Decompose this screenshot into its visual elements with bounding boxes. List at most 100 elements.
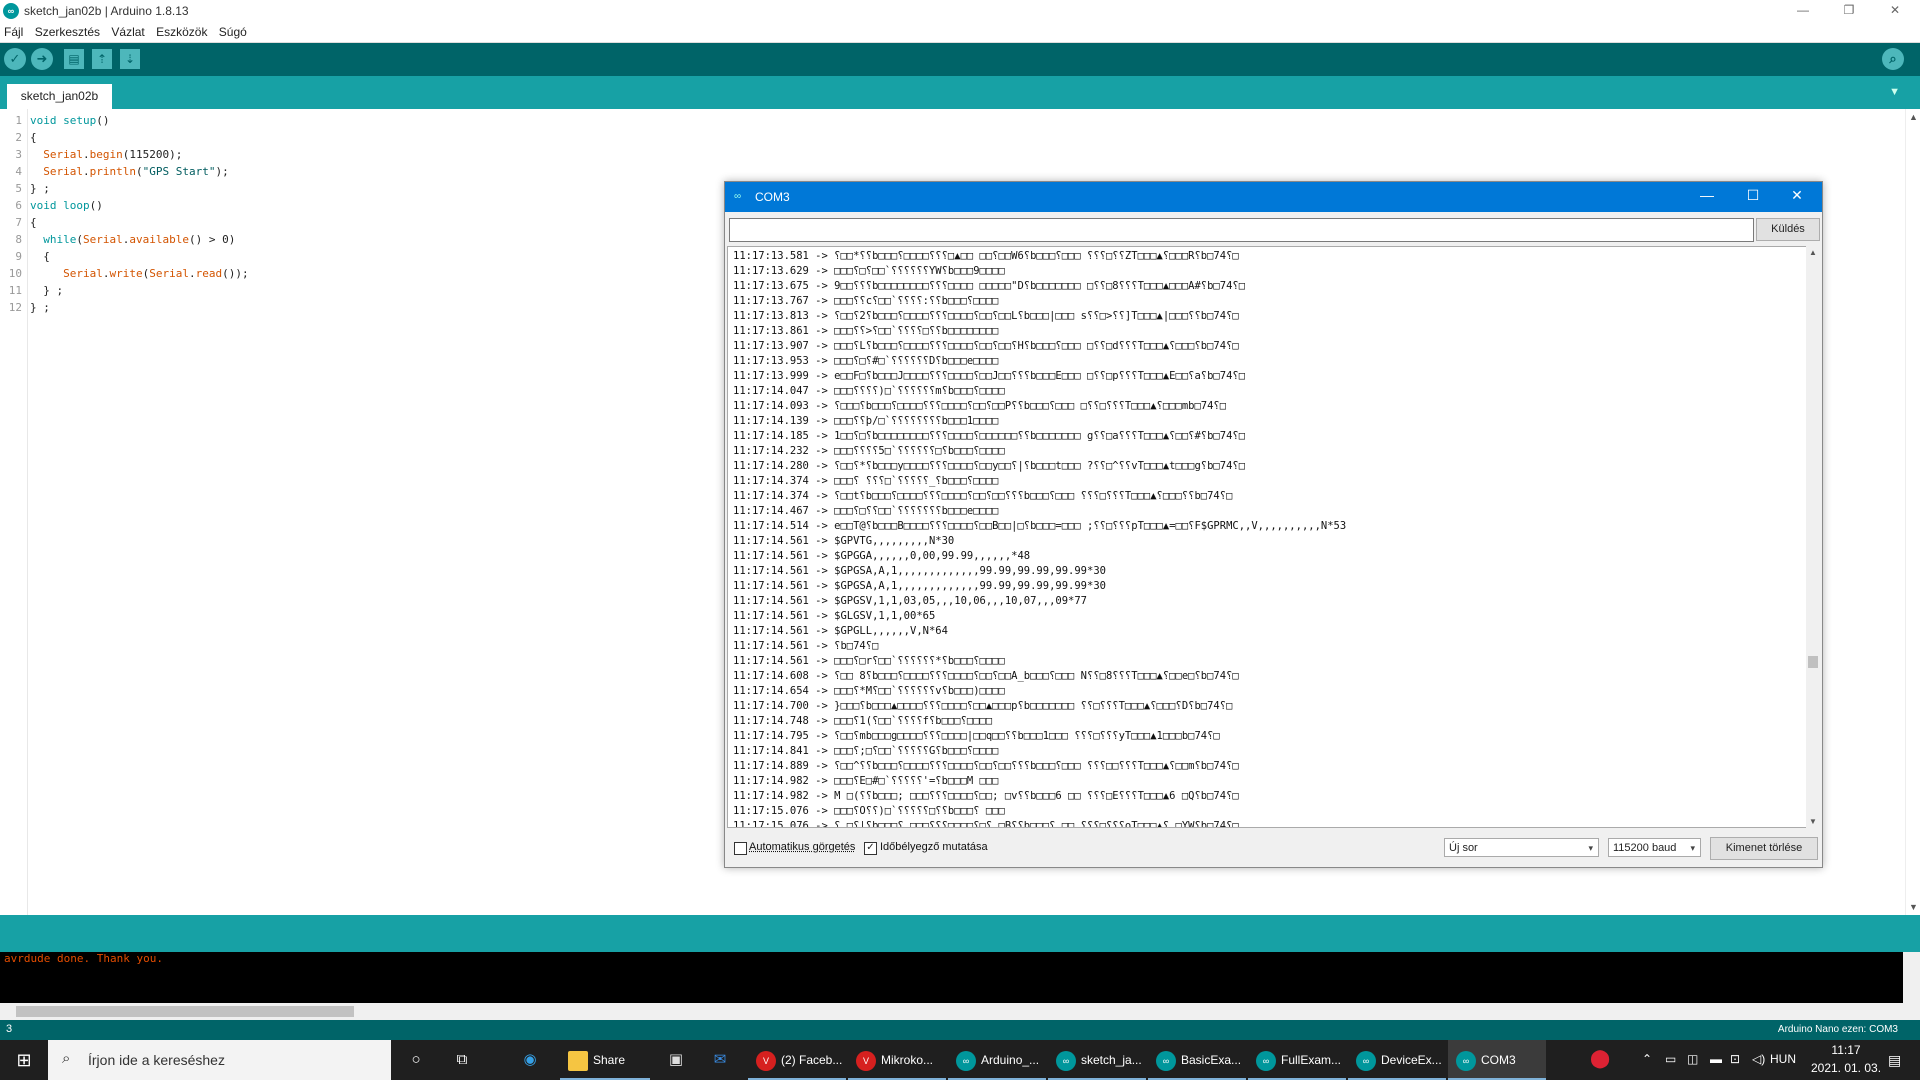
code-line: 2{ [0,129,249,146]
serial-minimize-button[interactable]: — [1687,187,1727,203]
status-board-port: Arduino Nano ezen: COM3 [1777,1024,1898,1035]
serial-maximize-button[interactable]: ☐ [1733,187,1773,204]
arduino-icon: ∞ [1356,1050,1376,1071]
line-ending-select[interactable]: Új sor ▾ [1444,838,1599,857]
notification-icon[interactable]: ▤ [1888,1052,1901,1069]
serial-monitor-window: ∞ COM3 — ☐ ✕ Küldés 11:17:13.581 -> ⸮□□*… [724,181,1823,868]
menu-help[interactable]: Súgó [215,22,251,39]
serial-output-line: 11:17:14.514 -> e□□T@⸮b□□□B□□□□⸮⸮⸮□□□□⸮□… [733,520,1347,532]
serial-output-line: 11:17:15.076 -> □□□⸮O⸮⸮)□`⸮⸮⸮⸮⸮□⸮⸮b□□□⸮ … [733,805,1005,817]
scroll-up-icon[interactable]: ▲ [1809,248,1817,257]
status-line-number: 3 [6,1023,13,1035]
windows-start-icon[interactable]: ⊞ [0,1040,48,1080]
code-text: Serial.write(Serial.read()); [63,267,249,280]
tab-bar: sketch_jan02b ▼ [0,76,1920,109]
serial-monitor-icon[interactable]: ⌕ [1882,48,1904,70]
taskbar-app-label: Mikroko... [881,1053,934,1067]
menu-sketch[interactable]: Vázlat [107,22,148,39]
taskbar-search-box[interactable]: ⌕ Írjon ide a kereséshez [48,1040,391,1080]
clear-output-button[interactable]: Kimenet törlése [1710,837,1818,860]
edge-browser-icon[interactable]: ◉ [518,1048,542,1072]
new-sketch-icon[interactable]: ▤ [64,49,84,69]
taskbar-app-arduino[interactable]: ∞ Arduino_... [948,1040,1046,1080]
folder-icon [568,1050,588,1071]
taskbar-app-com3[interactable]: ∞ COM3 [1448,1040,1546,1080]
line-number: 9 [15,250,22,263]
baud-rate-select[interactable]: 115200 baud ▾ [1608,838,1701,857]
scroll-up-icon[interactable]: ▲ [1909,112,1918,122]
cortana-icon[interactable]: ○ [404,1048,428,1072]
serial-output-line: 11:17:13.767 -> □□□⸮⸮c⸮□□`⸮⸮⸮⸮:⸮⸮b□□□⸮□□… [733,295,999,307]
taskbar-app-mikroko[interactable]: V Mikroko... [848,1040,946,1080]
serial-send-input[interactable] [729,218,1754,242]
verify-icon[interactable]: ✓ [4,48,26,70]
language-indicator[interactable]: HUN [1770,1052,1796,1066]
tray-chevron-up-icon[interactable]: ⌃ [1642,1052,1652,1066]
taskbar-app-label: DeviceEx... [1381,1053,1442,1067]
toolbar: ✓ ➜ ▤ ⇡ ⇣ ⌕ [0,43,1920,76]
menu-tools[interactable]: Eszközök [152,22,211,39]
taskbar-app-label: FullExam... [1281,1053,1342,1067]
line-number: 4 [15,165,22,178]
tab-menu-chevron-down-icon[interactable]: ▼ [1889,86,1900,98]
store-icon[interactable]: ▣ [664,1048,688,1072]
taskbar-app-share[interactable]: Share [560,1040,650,1080]
scroll-down-icon[interactable]: ▼ [1909,902,1918,912]
maximize-button[interactable]: ❐ [1826,0,1872,22]
autoscroll-checkbox[interactable] [734,842,747,855]
antivirus-tray-icon[interactable]: ⬤ [1590,1048,1610,1069]
timestamp-checkbox[interactable]: ✓ [864,842,877,855]
serial-output-area[interactable]: 11:17:13.581 -> ⸮□□*⸮⸮b□□□⸮□□□□⸮⸮⸮□▲□□ □… [727,246,1807,828]
serial-output-line: 11:17:13.999 -> e□□F□⸮b□□□J□□□□⸮⸮⸮□□□□⸮□… [733,370,1246,382]
line-number: 10 [8,267,22,280]
tab-sketch[interactable]: sketch_jan02b [7,84,112,109]
tray-meet-icon[interactable]: ◫ [1687,1052,1698,1066]
save-sketch-icon[interactable]: ⇣ [120,49,140,69]
horizontal-scrollbar[interactable] [0,1003,1920,1020]
tray-device-icon[interactable]: ▭ [1665,1052,1676,1066]
taskbar-app-fullexam[interactable]: ∞ FullExam... [1248,1040,1346,1080]
close-window-button[interactable]: ✕ [1872,0,1918,22]
serial-output-line: 11:17:14.280 -> ⸮□□⸮*⸮b□□□y□□□□⸮⸮⸮□□□□⸮□… [733,460,1246,472]
chevron-down-icon: ▾ [1690,843,1695,853]
editor-vertical-scrollbar[interactable]: ▲ ▼ [1905,109,1920,915]
menu-file[interactable]: Fájl [0,22,27,39]
menu-edit[interactable]: Szerkesztés [31,22,104,39]
taskbar-app-sketch[interactable]: ∞ sketch_ja... [1048,1040,1146,1080]
serial-output-line: 11:17:14.841 -> □□□⸮;□⸮□□`⸮⸮⸮⸮⸮G⸮b□□□⸮□□… [733,745,999,757]
code-text: { [30,216,37,229]
serial-output-line: 11:17:14.561 -> $GLGSV,1,1,00*65 [733,610,936,622]
horizontal-scroll-thumb[interactable] [16,1006,354,1017]
serial-output-line: 11:17:13.953 -> □□□⸮□⸮#□`⸮⸮⸮⸮⸮⸮D⸮b□□□e□□… [733,355,999,367]
code-text: void loop() [30,199,103,212]
upload-icon[interactable]: ➜ [31,48,53,70]
code-line: 9 { [0,248,249,265]
line-number: 2 [15,131,22,144]
serial-output-line: 11:17:13.813 -> ⸮□□⸮2⸮b□□□⸮□□□□⸮⸮⸮□□□□⸮□… [733,310,1239,322]
minimize-button[interactable]: — [1780,0,1826,22]
serial-scroll-thumb[interactable] [1808,656,1818,668]
taskbar-app-deviceex[interactable]: ∞ DeviceEx... [1348,1040,1446,1080]
serial-output-line: 11:17:14.561 -> $GPGGA,,,,,,0,00,99.99,,… [733,550,1031,562]
taskbar-app-facebook[interactable]: V (2) Faceb... [748,1040,846,1080]
volume-icon[interactable]: ◁) [1752,1052,1765,1066]
mail-icon[interactable]: ✉ [708,1048,732,1072]
serial-output-line: 11:17:14.889 -> ⸮□□^⸮⸮b□□□⸮□□□□⸮⸮⸮□□□□⸮□… [733,760,1239,772]
taskbar-app-basicexa[interactable]: ∞ BasicExa... [1148,1040,1246,1080]
battery-icon[interactable]: ▬ [1710,1052,1722,1066]
console-vertical-scrollbar[interactable] [1903,952,1920,1003]
task-view-icon[interactable]: ⧉ [450,1048,474,1072]
search-icon: ⌕ [62,1050,71,1067]
open-sketch-icon[interactable]: ⇡ [92,49,112,69]
scroll-down-icon[interactable]: ▼ [1809,817,1817,826]
serial-vertical-scrollbar[interactable]: ▲ ▼ [1806,246,1820,828]
menu-bar: Fájl Szerkesztés Vázlat Eszközök Súgó [0,22,1920,43]
serial-output-line: 11:17:14.561 -> $GPVTG,,,,,,,,,N*30 [733,535,955,547]
vivaldi-icon: V [756,1050,776,1071]
network-icon[interactable]: ⊡ [1730,1052,1740,1066]
serial-close-button[interactable]: ✕ [1777,187,1817,204]
clock-time[interactable]: 11:17 [1806,1043,1886,1057]
clock-date[interactable]: 2021. 01. 03. [1806,1061,1886,1075]
send-button[interactable]: Küldés [1756,218,1820,241]
taskbar-app-label: (2) Faceb... [781,1053,843,1067]
